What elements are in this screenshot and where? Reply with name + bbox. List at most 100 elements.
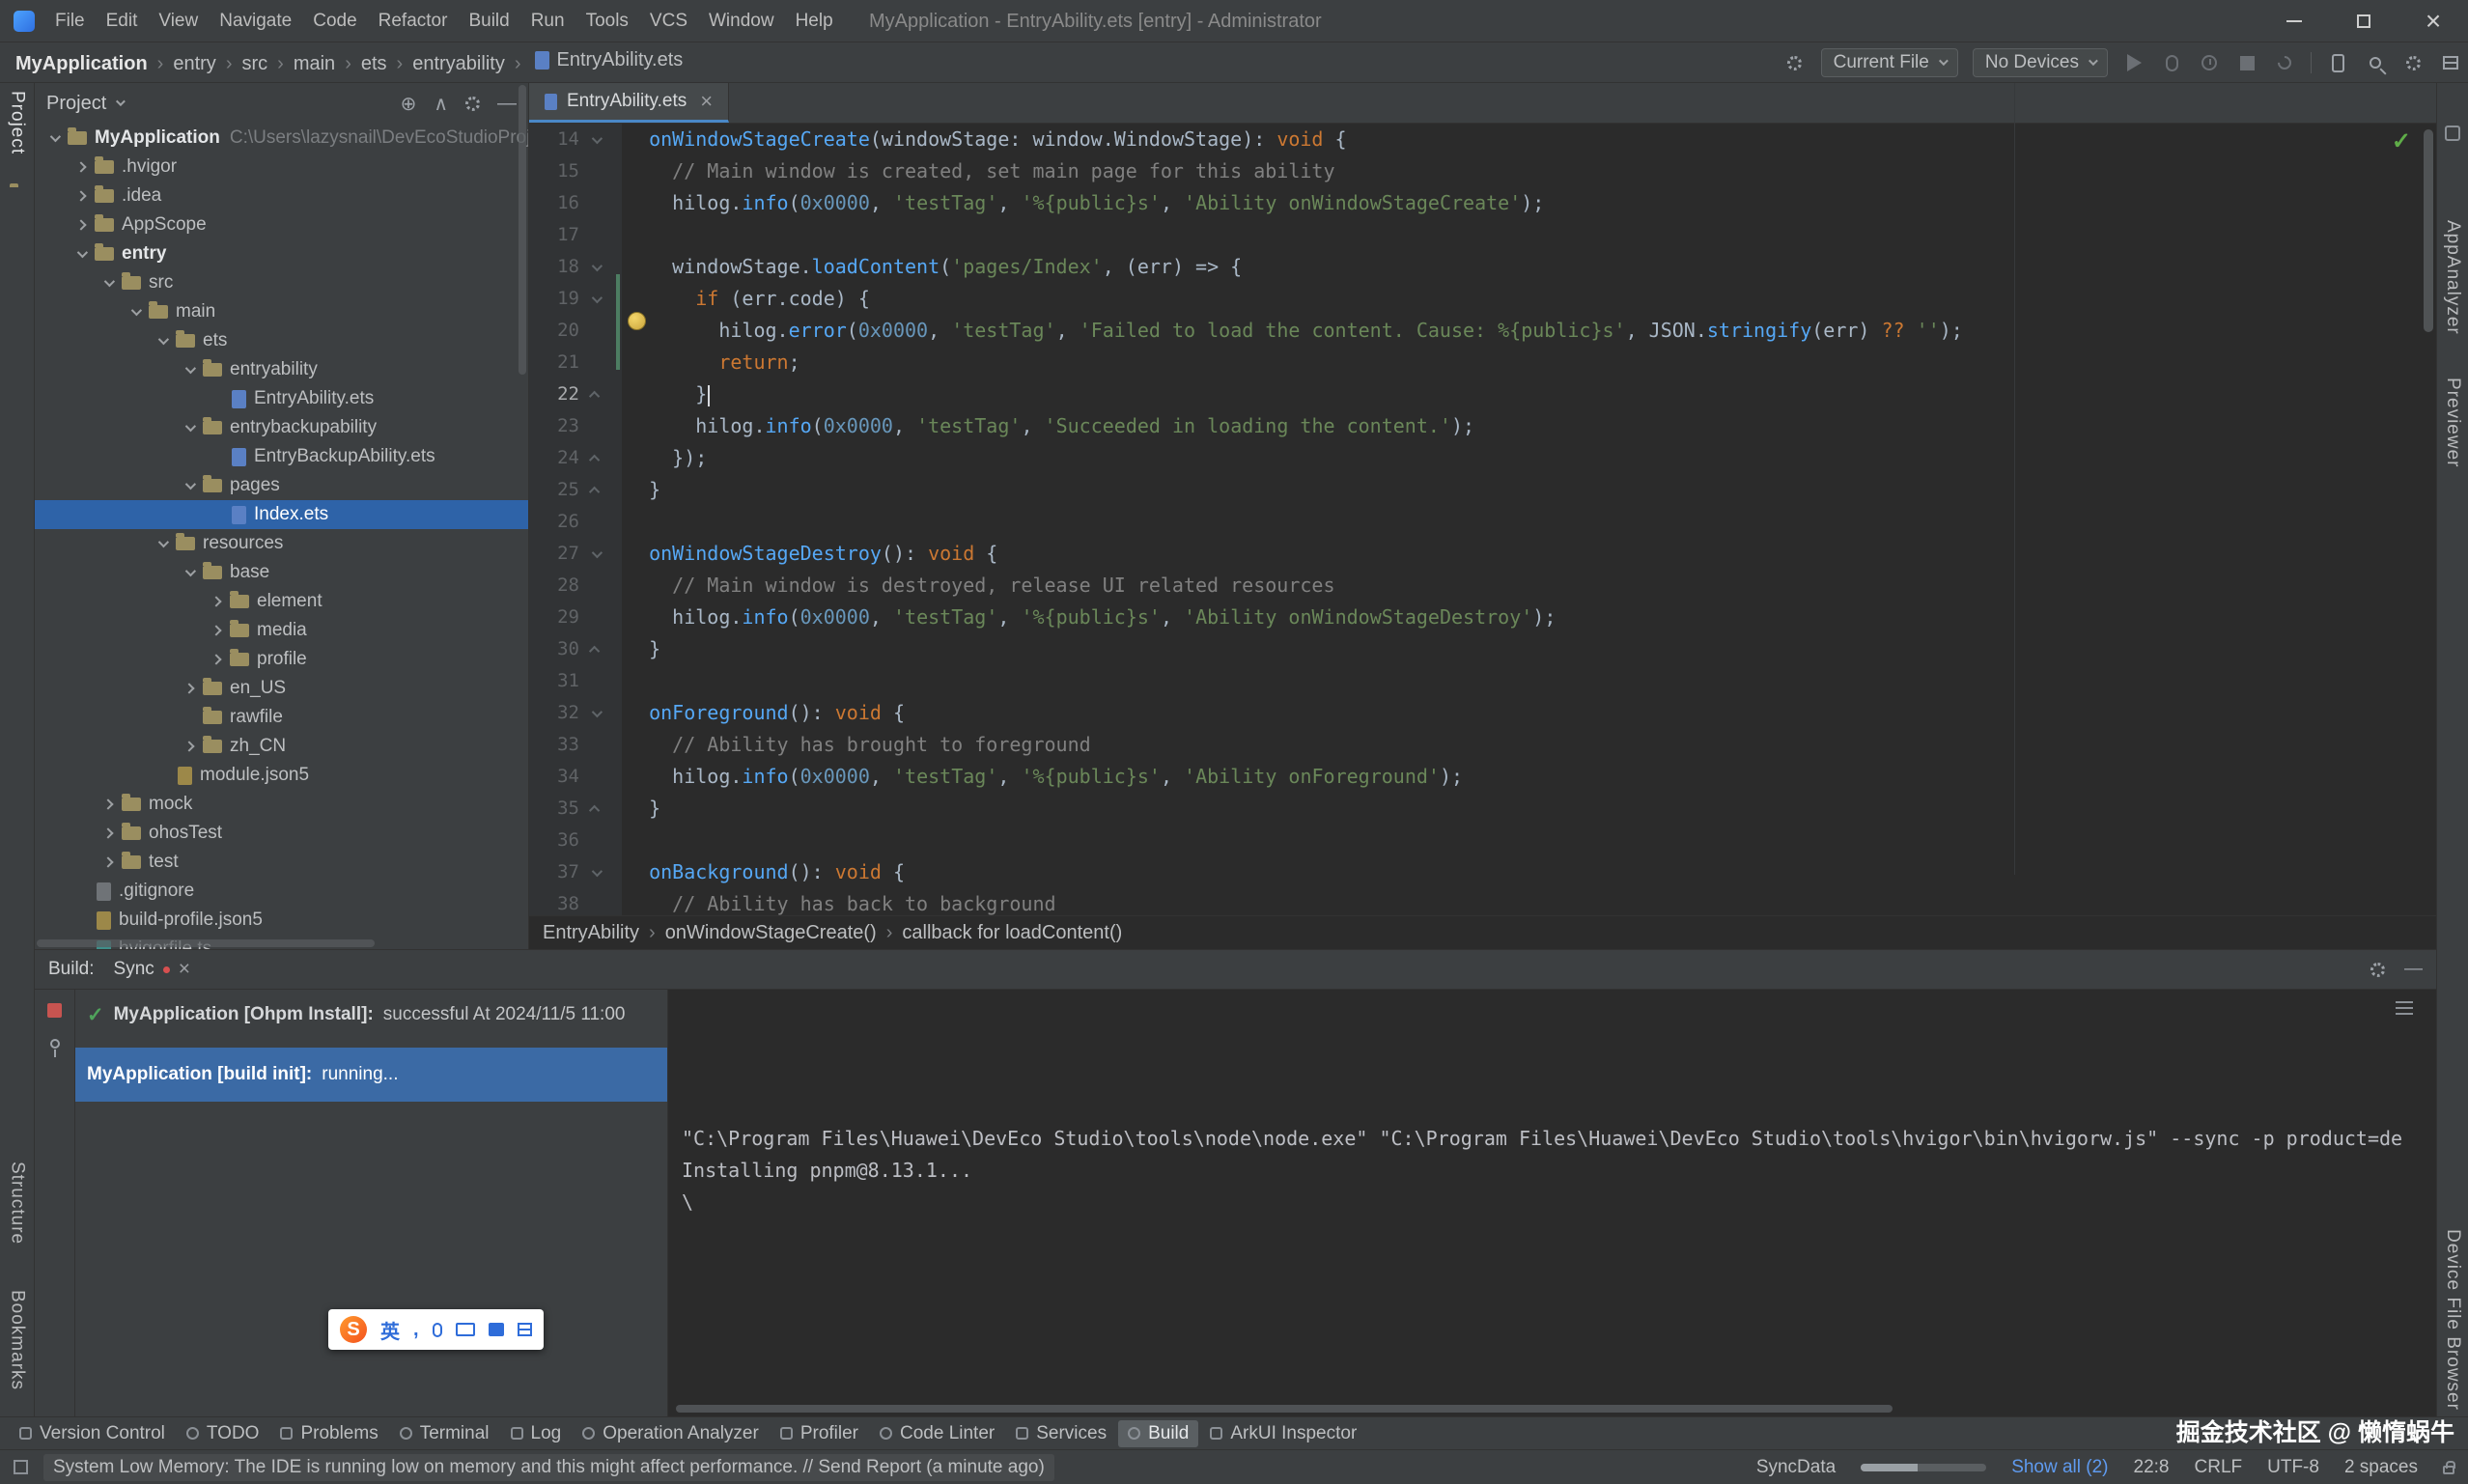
- locate-file-icon[interactable]: ⊕: [401, 92, 417, 116]
- project-tree-row[interactable]: element: [35, 587, 528, 616]
- hide-build-icon[interactable]: —: [2404, 959, 2423, 980]
- project-tree-row[interactable]: Index.ets: [35, 500, 528, 529]
- close-icon[interactable]: ×: [179, 958, 190, 981]
- line-number[interactable]: 27: [529, 538, 579, 570]
- project-vertical-scrollbar[interactable]: [519, 85, 526, 375]
- line-number[interactable]: 29: [529, 602, 579, 633]
- menu-help[interactable]: Help: [785, 0, 844, 42]
- breadcrumb-item[interactable]: ets: [361, 53, 387, 74]
- stop-button[interactable]: [2235, 50, 2258, 75]
- microphone-icon[interactable]: [433, 1323, 442, 1337]
- line-number[interactable]: 17: [529, 219, 579, 251]
- chevron-icon[interactable]: [97, 829, 120, 837]
- code-line[interactable]: 20 hilog.error(0x0000, 'testTag', 'Faile…: [529, 315, 2436, 347]
- chevron-icon[interactable]: [205, 656, 228, 663]
- soft-wrap-icon[interactable]: [2396, 1001, 2413, 1015]
- fold-icon[interactable]: [579, 442, 612, 474]
- build-task-row[interactable]: MyApplication [build init]: running...: [75, 1048, 667, 1102]
- collapse-all-icon[interactable]: ∧: [434, 92, 448, 116]
- project-tree-row[interactable]: profile: [35, 645, 528, 674]
- build-settings-icon[interactable]: [2370, 963, 2385, 977]
- project-tree-row[interactable]: test: [35, 848, 528, 877]
- menu-code[interactable]: Code: [302, 0, 367, 42]
- ime-toolbox-icon[interactable]: [518, 1323, 532, 1336]
- target-env-icon[interactable]: [1783, 50, 1807, 75]
- project-tree-row[interactable]: resources: [35, 529, 528, 558]
- line-number[interactable]: 34: [529, 761, 579, 793]
- project-tree-row[interactable]: .idea: [35, 182, 528, 210]
- breadcrumb-item[interactable]: main: [294, 53, 335, 74]
- toolwindow-button-operation-analyzer[interactable]: Operation Analyzer: [573, 1420, 769, 1447]
- line-number[interactable]: 20: [529, 315, 579, 347]
- line-number[interactable]: 25: [529, 474, 579, 506]
- chevron-icon[interactable]: [124, 308, 147, 316]
- tab-entryability[interactable]: EntryAbility.ets ×: [529, 83, 729, 123]
- stripe-project-button[interactable]: Project: [7, 91, 28, 154]
- project-tree-row[interactable]: src: [35, 268, 528, 297]
- attach-debugger-button[interactable]: [2273, 50, 2296, 75]
- project-tree-row[interactable]: .hvigor: [35, 153, 528, 182]
- fold-icon[interactable]: [579, 378, 612, 410]
- breadcrumb-item[interactable]: MyApplication: [15, 53, 148, 74]
- ime-toolbar[interactable]: S 英 ,: [328, 1309, 544, 1350]
- menu-navigate[interactable]: Navigate: [209, 0, 302, 42]
- fold-icon[interactable]: [579, 856, 612, 888]
- menu-refactor[interactable]: Refactor: [368, 0, 459, 42]
- toolwindow-switcher-icon[interactable]: [14, 1460, 28, 1474]
- close-button[interactable]: ×: [2398, 0, 2468, 42]
- device-select[interactable]: No Devices: [1973, 48, 2108, 77]
- menu-run[interactable]: Run: [520, 0, 575, 42]
- fold-icon[interactable]: [579, 793, 612, 825]
- intention-bulb-icon[interactable]: [628, 312, 646, 330]
- project-tree-row[interactable]: MyApplicationC:\Users\lazysnail\DevEcoSt…: [35, 124, 528, 153]
- project-tree-row[interactable]: rawfile: [35, 703, 528, 732]
- code-line[interactable]: 15 // Main window is created, set main p…: [529, 155, 2436, 187]
- line-number[interactable]: 19: [529, 283, 579, 315]
- tab-sync[interactable]: Sync ×: [114, 950, 191, 989]
- stripe-structure-button[interactable]: Structure: [7, 1162, 28, 1245]
- project-tree-row[interactable]: ohosTest: [35, 819, 528, 848]
- chevron-icon[interactable]: [70, 163, 93, 171]
- code-line[interactable]: 23 hilog.info(0x0000, 'testTag', 'Succee…: [529, 410, 2436, 442]
- maximize-button[interactable]: [2329, 0, 2398, 42]
- chevron-icon[interactable]: [178, 482, 201, 490]
- project-tree-row[interactable]: EntryBackupAbility.ets: [35, 442, 528, 471]
- menu-view[interactable]: View: [148, 0, 209, 42]
- project-tree-row[interactable]: module.json5: [35, 761, 528, 790]
- project-tree-row[interactable]: ets: [35, 326, 528, 355]
- menu-vcs[interactable]: VCS: [639, 0, 698, 42]
- caret-position[interactable]: 22:8: [2134, 1457, 2170, 1478]
- code-line[interactable]: 31: [529, 665, 2436, 697]
- line-number[interactable]: 31: [529, 665, 579, 697]
- line-number[interactable]: 23: [529, 410, 579, 442]
- menu-edit[interactable]: Edit: [96, 0, 149, 42]
- editor-breadcrumb-item[interactable]: onWindowStageCreate(): [665, 922, 877, 944]
- toolwindow-button-build[interactable]: Build: [1118, 1420, 1198, 1447]
- breadcrumb-item[interactable]: entry: [173, 53, 215, 74]
- code-line[interactable]: 14 onWindowStageCreate(windowStage: wind…: [529, 124, 2436, 155]
- chevron-icon[interactable]: [70, 250, 93, 258]
- toolwindow-button-log[interactable]: Log: [501, 1420, 572, 1447]
- project-tree-row[interactable]: media: [35, 616, 528, 645]
- project-tree-row[interactable]: pages: [35, 471, 528, 500]
- ime-skin-icon[interactable]: [489, 1323, 504, 1336]
- fold-icon[interactable]: [579, 124, 612, 155]
- pin-icon[interactable]: [50, 1039, 60, 1049]
- project-tree-row[interactable]: zh_CN: [35, 732, 528, 761]
- menu-tools[interactable]: Tools: [575, 0, 639, 42]
- line-number[interactable]: 37: [529, 856, 579, 888]
- line-number[interactable]: 28: [529, 570, 579, 602]
- line-number[interactable]: 36: [529, 825, 579, 856]
- menu-window[interactable]: Window: [698, 0, 785, 42]
- code-line[interactable]: 19 if (err.code) {: [529, 283, 2436, 315]
- code-line[interactable]: 32 onForeground(): void {: [529, 697, 2436, 729]
- code-line[interactable]: 28 // Main window is destroyed, release …: [529, 570, 2436, 602]
- hide-panel-icon[interactable]: —: [497, 93, 517, 115]
- chevron-icon[interactable]: [178, 685, 201, 692]
- project-tree-row[interactable]: AppScope: [35, 210, 528, 239]
- code-line[interactable]: 33 // Ability has brought to foreground: [529, 729, 2436, 761]
- fold-icon[interactable]: [579, 633, 612, 665]
- options-gear-icon[interactable]: [465, 97, 480, 111]
- minimize-button[interactable]: [2259, 0, 2329, 42]
- chevron-icon[interactable]: [97, 279, 120, 287]
